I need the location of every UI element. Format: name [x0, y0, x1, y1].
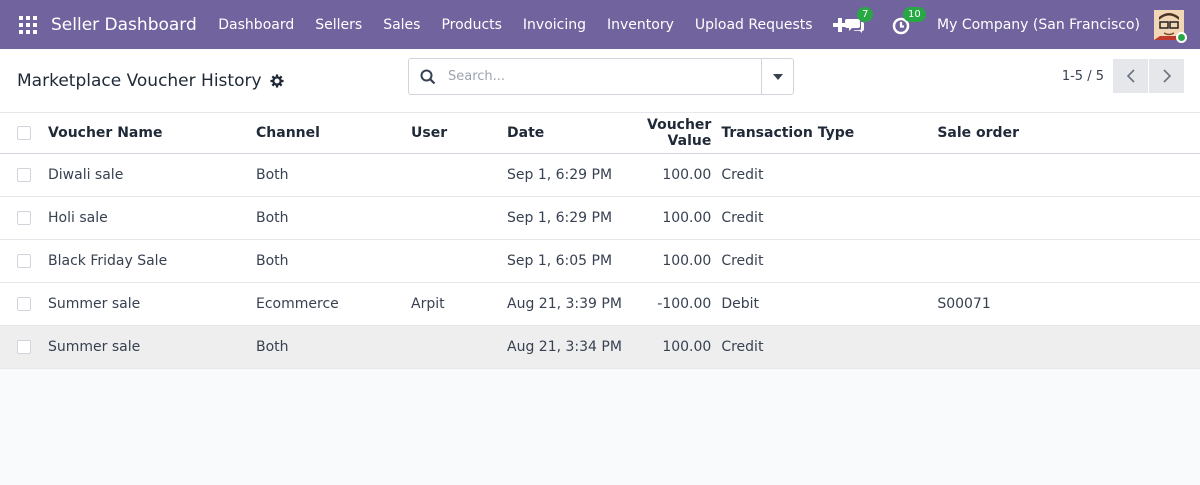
app-brand[interactable]: Seller Dashboard — [51, 15, 197, 35]
row-select-cell — [0, 153, 48, 197]
row-checkbox[interactable] — [17, 167, 31, 182]
apps-menu-icon[interactable] — [19, 15, 37, 34]
cell-channel: Both — [256, 153, 411, 197]
menu-item-upload-requests[interactable]: Upload Requests — [684, 17, 823, 33]
menu-item-dashboard[interactable]: Dashboard — [208, 17, 305, 33]
cell-transaction-type: Debit — [721, 282, 938, 326]
column-header-user[interactable]: User — [411, 113, 507, 154]
search-options-toggle[interactable] — [761, 59, 793, 94]
cell-voucher-value: 100.00 — [647, 239, 722, 283]
search-input[interactable] — [448, 69, 748, 84]
control-panel: Marketplace Voucher History 1-5 / 5 — [0, 49, 1200, 113]
cell-date: Sep 1, 6:29 PM — [507, 196, 647, 240]
row-checkbox[interactable] — [17, 296, 31, 311]
systray: 7 10 My Company (San Francisco) — [845, 0, 1200, 49]
row-checkbox[interactable] — [17, 253, 31, 268]
cell-voucher-name: Summer sale — [48, 325, 256, 369]
chevron-right-icon — [1162, 69, 1171, 83]
cell-date: Aug 21, 3:34 PM — [507, 325, 647, 369]
cell-user — [411, 239, 507, 283]
table-row[interactable]: Diwali sale Both Sep 1, 6:29 PM 100.00 C… — [0, 153, 1200, 197]
online-status-dot — [1176, 31, 1187, 43]
table-row[interactable]: Black Friday Sale Both Sep 1, 6:05 PM 10… — [0, 239, 1200, 283]
main-menu: Dashboard Sellers Sales Products Invoici… — [208, 17, 823, 33]
cell-date: Sep 1, 6:29 PM — [507, 153, 647, 197]
breadcrumb: Marketplace Voucher History — [17, 49, 284, 113]
messages-button[interactable]: 7 — [845, 6, 874, 35]
cell-transaction-type: Credit — [721, 239, 938, 283]
cell-voucher-name: Black Friday Sale — [48, 239, 256, 283]
user-avatar[interactable] — [1154, 9, 1187, 43]
column-header-channel[interactable]: Channel — [256, 113, 411, 154]
search-icon — [420, 69, 436, 84]
cell-channel: Both — [256, 239, 411, 283]
cell-sale-order: S00071 — [937, 282, 1200, 326]
pager-value[interactable]: 1-5 / 5 — [1062, 69, 1104, 84]
cell-transaction-type: Credit — [721, 196, 938, 240]
cell-voucher-name: Summer sale — [48, 282, 256, 326]
row-select-cell — [0, 239, 48, 283]
pager-next-button[interactable] — [1149, 59, 1184, 93]
cell-sale-order — [937, 325, 1200, 369]
cell-voucher-value: 100.00 — [647, 196, 722, 240]
cell-transaction-type: Credit — [721, 325, 938, 369]
cell-voucher-name: Holi sale — [48, 196, 256, 240]
menu-item-inventory[interactable]: Inventory — [597, 17, 685, 33]
cell-date: Aug 21, 3:39 PM — [507, 282, 647, 326]
menu-item-sellers[interactable]: Sellers — [305, 17, 373, 33]
gear-icon[interactable] — [269, 74, 284, 88]
activities-count-badge: 10 — [903, 6, 926, 22]
row-select-cell — [0, 196, 48, 240]
company-switcher[interactable]: My Company (San Francisco) — [937, 17, 1140, 33]
menu-item-sales[interactable]: Sales — [373, 17, 431, 33]
column-header-date[interactable]: Date — [507, 113, 647, 154]
table-row[interactable]: Summer sale Ecommerce Arpit Aug 21, 3:39… — [0, 282, 1200, 326]
cell-transaction-type: Credit — [721, 153, 938, 197]
row-select-cell — [0, 282, 48, 326]
cell-sale-order — [937, 196, 1200, 240]
search-bar — [408, 58, 794, 95]
row-checkbox[interactable] — [17, 210, 31, 225]
table-header-row: Voucher Name Channel User Date Voucher V… — [0, 113, 1200, 154]
cell-user — [411, 196, 507, 240]
select-all-cell — [0, 113, 48, 154]
column-header-sale-order[interactable]: Sale order — [937, 113, 1200, 154]
cell-date: Sep 1, 6:05 PM — [507, 239, 647, 283]
cell-voucher-value: -100.00 — [647, 282, 722, 326]
cell-voucher-value: 100.00 — [647, 325, 722, 369]
cell-sale-order — [937, 239, 1200, 283]
menu-item-invoicing[interactable]: Invoicing — [512, 17, 596, 33]
cell-user — [411, 153, 507, 197]
top-navbar: Seller Dashboard Dashboard Sellers Sales… — [0, 0, 1200, 49]
cell-voucher-value: 100.00 — [647, 153, 722, 197]
voucher-history-table: Voucher Name Channel User Date Voucher V… — [0, 113, 1200, 369]
cell-voucher-name: Diwali sale — [48, 153, 256, 197]
page-title: Marketplace Voucher History — [17, 71, 262, 91]
row-checkbox[interactable] — [17, 339, 31, 354]
table-row[interactable]: Summer sale Both Aug 21, 3:34 PM 100.00 … — [0, 325, 1200, 369]
cell-channel: Both — [256, 196, 411, 240]
column-header-transaction-type[interactable]: Transaction Type — [721, 113, 938, 154]
pager-previous-button[interactable] — [1113, 59, 1148, 93]
select-all-checkbox[interactable] — [17, 125, 31, 140]
row-select-cell — [0, 325, 48, 369]
table-row[interactable]: Holi sale Both Sep 1, 6:29 PM 100.00 Cre… — [0, 196, 1200, 240]
column-header-voucher-name[interactable]: Voucher Name — [48, 113, 256, 154]
caret-down-icon — [772, 73, 783, 80]
cell-channel: Both — [256, 325, 411, 369]
cell-sale-order — [937, 153, 1200, 197]
cell-user — [411, 325, 507, 369]
messages-count-badge: 7 — [857, 6, 874, 22]
chevron-left-icon — [1126, 69, 1135, 83]
menu-item-products[interactable]: Products — [431, 17, 512, 33]
column-header-voucher-value[interactable]: Voucher Value — [647, 113, 722, 154]
cell-channel: Ecommerce — [256, 282, 411, 326]
cell-user: Arpit — [411, 282, 507, 326]
pager: 1-5 / 5 — [1062, 59, 1184, 93]
activities-button[interactable]: 10 — [891, 6, 926, 35]
